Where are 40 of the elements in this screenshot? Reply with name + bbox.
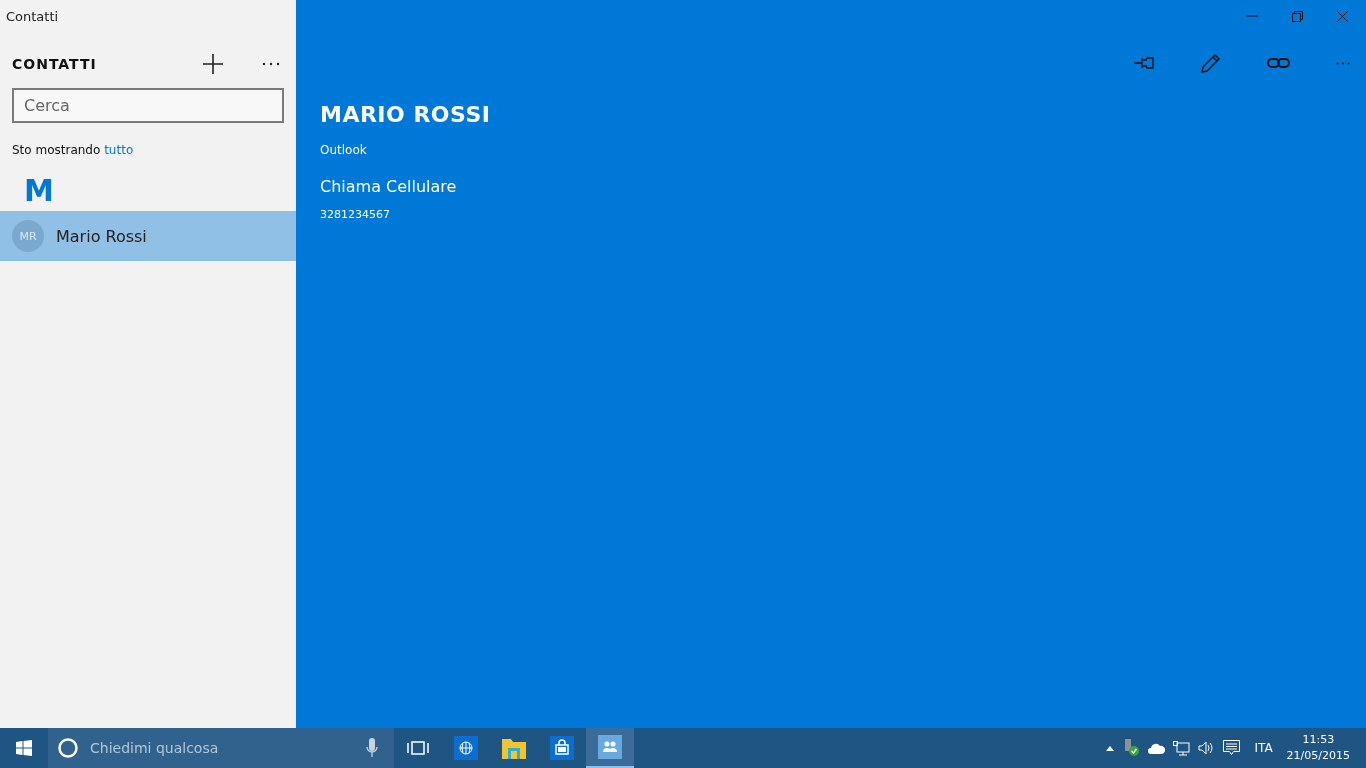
cloud-icon[interactable] xyxy=(1148,742,1166,754)
search-field[interactable]: Cerca xyxy=(12,88,284,123)
restore-icon[interactable] xyxy=(1292,10,1303,22)
windows-logo-icon xyxy=(16,740,32,756)
close-icon[interactable] xyxy=(1337,10,1348,22)
globe-icon xyxy=(454,736,478,760)
language-indicator[interactable]: ITA xyxy=(1254,741,1273,755)
usb-check-icon[interactable] xyxy=(1122,739,1141,757)
window-title: Contatti xyxy=(5,8,60,26)
contacts-heading: CONTATTI xyxy=(12,56,98,72)
notification-icon[interactable] xyxy=(1223,740,1241,756)
task-view-icon xyxy=(407,741,429,755)
network-icon[interactable] xyxy=(1173,740,1191,756)
account-source: Outlook xyxy=(320,143,368,157)
filter-label: Sto mostrando xyxy=(12,143,101,157)
filter-link[interactable]: tutto xyxy=(104,143,134,157)
clock-date[interactable]: 21/05/2015 xyxy=(1286,748,1350,764)
more-icon[interactable] xyxy=(262,62,280,66)
folder-icon xyxy=(502,737,526,759)
link-icon[interactable] xyxy=(1267,58,1290,68)
contact-title: MARIO ROSSI xyxy=(320,102,492,127)
caret-up-icon[interactable] xyxy=(1106,745,1115,751)
people-icon xyxy=(598,735,622,759)
speaker-icon[interactable] xyxy=(1198,741,1216,755)
contact-item[interactable]: MR Mario Rossi xyxy=(0,211,296,261)
microphone-icon[interactable] xyxy=(366,738,378,758)
call-link[interactable]: Chiama Cellulare xyxy=(320,177,457,196)
clock-time[interactable]: 11:53 xyxy=(1302,732,1335,748)
contact-name: Mario Rossi xyxy=(56,226,147,246)
phone-number: 3281234567 xyxy=(320,208,391,221)
ring-icon xyxy=(58,738,78,758)
pencil-icon[interactable] xyxy=(1201,53,1221,73)
pin-icon[interactable] xyxy=(1134,57,1155,69)
group-letter[interactable]: M xyxy=(0,157,54,211)
taskbar-search-box[interactable]: Chiedimi qualcosa xyxy=(48,728,394,768)
add-icon[interactable] xyxy=(202,53,224,75)
taskbar-app-button[interactable] xyxy=(586,728,634,768)
taskbar-search-field[interactable]: Chiedimi qualcosa xyxy=(88,739,356,757)
shopping-bag-icon xyxy=(550,736,574,760)
avatar-initials: MR xyxy=(12,220,44,252)
